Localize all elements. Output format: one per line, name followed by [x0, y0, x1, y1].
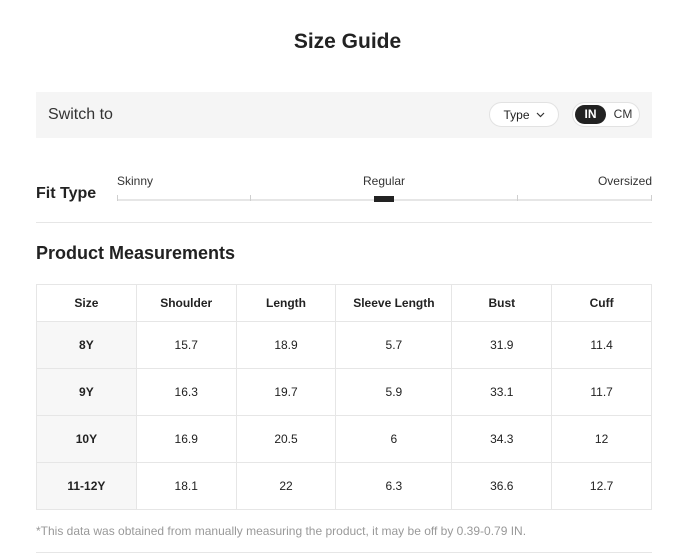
table-row: 11-12Y 18.1 22 6.3 36.6 12.7 [36, 462, 652, 510]
table-cell: 6 [335, 415, 453, 463]
table-cell: 11.4 [551, 321, 652, 369]
table-cell: 18.9 [235, 321, 337, 369]
fit-type-label: Fit Type [36, 185, 97, 202]
header-shoulder: Shoulder [135, 284, 237, 322]
table-cell: 22 [235, 462, 337, 510]
table-row: 9Y 16.3 19.7 5.9 33.1 11.7 [36, 368, 652, 416]
table-cell: 18.1 [135, 462, 237, 510]
switch-bar: Switch to Type IN CM [36, 92, 652, 138]
table-cell: 12.7 [551, 462, 652, 510]
header-bust: Bust [451, 284, 553, 322]
fit-selected-marker [374, 196, 394, 202]
size-cell: 10Y [36, 415, 137, 463]
type-dropdown[interactable]: Type [489, 102, 559, 127]
page-title: Size Guide [293, 30, 402, 53]
fit-scale-tick [250, 195, 251, 201]
header-length: Length [235, 284, 337, 322]
section-title: Product Measurements [36, 243, 236, 263]
table-cell: 5.9 [335, 368, 453, 416]
table-header-row: Size Shoulder Length Sleeve Length Bust … [36, 284, 652, 322]
unit-toggle: IN CM [572, 102, 640, 127]
fit-scale-tick [117, 195, 118, 201]
measurement-note: *This data was obtained from manually me… [36, 524, 527, 538]
table-cell: 20.5 [235, 415, 337, 463]
table-cell: 15.7 [135, 321, 237, 369]
table-cell: 36.6 [451, 462, 553, 510]
header-cuff: Cuff [551, 284, 652, 322]
fit-option-skinny[interactable]: Skinny [117, 174, 153, 188]
unit-in-button[interactable]: IN [575, 105, 606, 124]
header-size: Size [36, 284, 137, 322]
table-cell: 12 [551, 415, 652, 463]
divider [36, 552, 652, 553]
size-cell: 8Y [36, 321, 137, 369]
table-cell: 16.9 [135, 415, 237, 463]
fit-scale-tick [651, 195, 652, 201]
table-cell: 11.7 [551, 368, 652, 416]
table-cell: 6.3 [335, 462, 453, 510]
fit-scale-tick [517, 195, 518, 201]
divider [36, 222, 652, 223]
header-sleeve-length: Sleeve Length [335, 284, 453, 322]
measurements-table: Size Shoulder Length Sleeve Length Bust … [36, 284, 652, 510]
table-cell: 34.3 [451, 415, 553, 463]
table-row: 8Y 15.7 18.9 5.7 31.9 11.4 [36, 321, 652, 369]
table-cell: 19.7 [235, 368, 337, 416]
table-cell: 5.7 [335, 321, 453, 369]
table-cell: 33.1 [451, 368, 553, 416]
table-row: 10Y 16.9 20.5 6 34.3 12 [36, 415, 652, 463]
size-cell: 9Y [36, 368, 137, 416]
chevron-down-icon [536, 112, 545, 118]
switch-label: Switch to [48, 106, 113, 123]
size-cell: 11-12Y [36, 462, 137, 510]
table-cell: 16.3 [135, 368, 237, 416]
fit-option-regular[interactable]: Regular [363, 174, 405, 188]
unit-cm-button[interactable]: CM [609, 105, 637, 124]
table-cell: 31.9 [451, 321, 553, 369]
fit-option-oversized[interactable]: Oversized [598, 174, 652, 188]
type-dropdown-label: Type [503, 107, 530, 122]
